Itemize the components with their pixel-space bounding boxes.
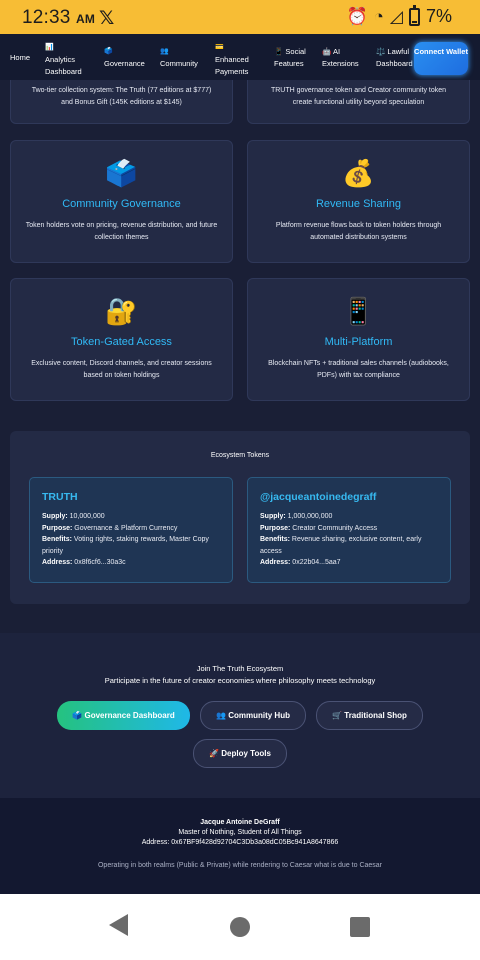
mobile-phone-icon: 📱 [342, 296, 375, 326]
token-name: TRUTH [42, 491, 78, 503]
status-time: 12:33 AM [22, 7, 96, 28]
footer-name: Jacque Antoine DeGraff [200, 819, 280, 826]
deploy-tools-button[interactable]: 🚀 Deploy Tools [193, 739, 287, 768]
card-title: Revenue Sharing [315, 198, 401, 210]
feature-card-revenue: 💰 Revenue Sharing Platform revenue flows… [247, 140, 470, 263]
footer-motto: Operating in both realms (Public & Priva… [97, 862, 383, 869]
card-description: Platform revenue flows back to token hol… [275, 222, 442, 241]
system-nav-bar [0, 894, 480, 960]
card-description: TRUTH governance token and Creator commu… [270, 87, 447, 106]
feature-card-collections: Two-tier collection system: The Truth (7… [10, 80, 233, 124]
feature-card-multiplatform: 📱 Multi-Platform Blockchain NFTs + tradi… [247, 278, 470, 401]
card-title: Community Governance [62, 198, 181, 210]
card-description: Two-tier collection system: The Truth (7… [31, 87, 212, 106]
x-app-icon: 𝕏 [99, 8, 115, 29]
status-bar: 12:33 AM 𝕏 ⏰ ◔ ◿ 7% [0, 0, 480, 34]
battery-level: 7% [425, 6, 452, 26]
card-title: Token-Gated Access [71, 336, 172, 348]
card-description: Exclusive content, Discord channels, and… [31, 360, 212, 379]
feature-card-governance: 🗳️ Community Governance Token holders vo… [10, 140, 233, 263]
governance-dashboard-button[interactable]: 🗳️ Governance Dashboard [57, 701, 190, 730]
nav-home[interactable]: Home [10, 52, 30, 64]
connect-wallet-button[interactable]: Connect Wallet [414, 42, 468, 75]
footer: Jacque Antoine DeGraff Master of Nothing… [0, 798, 480, 894]
money-bag-icon: 💰 [342, 158, 375, 188]
token-name: @jacqueantoinedegraff [260, 491, 377, 503]
people-icon: 👥 [160, 48, 169, 55]
lock-key-icon: 🔐 [105, 296, 138, 326]
nav-analytics[interactable]: 📊 Analytics Dashboard [45, 42, 95, 78]
token-card-truth: TRUTH Supply: 10,000,000 Purpose: Govern… [29, 477, 233, 583]
chart-icon: 📊 [45, 44, 54, 51]
recent-apps-icon[interactable] [350, 917, 370, 937]
community-hub-button[interactable]: 👥 Community Hub [200, 701, 306, 730]
token-purpose: Purpose: Creator Community Access [260, 524, 378, 532]
token-benefits: Benefits: Revenue sharing, exclusive con… [260, 536, 422, 555]
nav-payments[interactable]: 💳 Enhanced Payments [215, 42, 263, 78]
alarm-icon: ⏰ [346, 6, 368, 26]
token-address: Address: 0x22b04...5aa7 [260, 559, 341, 567]
nav-community[interactable]: 👥 Community [160, 46, 198, 70]
feature-card-tokens: TRUTH governance token and Creator commu… [247, 80, 470, 124]
signal-icon: ◿ [389, 6, 403, 26]
traditional-shop-button[interactable]: 🛒 Traditional Shop [316, 701, 423, 730]
token-purpose: Purpose: Governance & Platform Currency [42, 524, 178, 532]
home-icon[interactable] [230, 917, 250, 937]
feature-card-token-gated: 🔐 Token-Gated Access Exclusive content, … [10, 278, 233, 401]
join-section: Join The Truth Ecosystem Participate in … [0, 633, 480, 798]
token-supply: Supply: 1,000,000,000 [260, 513, 333, 520]
nav-social[interactable]: 📱 Social Features [274, 46, 314, 70]
token-card-creator: @jacqueantoinedegraff Supply: 1,000,000,… [247, 477, 451, 583]
join-title: Join The Truth Ecosystem [196, 664, 284, 673]
card-description: Blockchain NFTs + traditional sales chan… [268, 360, 449, 379]
join-subtitle: Participate in the future of creator eco… [104, 676, 376, 685]
card-title: Multi-Platform [324, 336, 393, 348]
card-description: Token holders vote on pricing, revenue d… [25, 222, 218, 241]
token-benefits: Benefits: Voting rights, staking rewards… [42, 536, 209, 555]
ecosystem-tokens-section: Ecosystem Tokens TRUTH Supply: 10,000,00… [10, 431, 470, 604]
nav-lawful[interactable]: ⚖️ Lawful Dashboard [376, 46, 416, 70]
back-icon[interactable] [109, 914, 128, 936]
footer-address: Address: 0x67BF9f428d92704C3Db3a08dC05Bc… [141, 839, 339, 846]
token-address: Address: 0x8f6cf6...30a3c [42, 559, 126, 567]
ballot-icon: 🗳️ [104, 48, 113, 55]
card-icon: 💳 [215, 44, 224, 51]
nav-governance[interactable]: 🗳️ Governance [104, 46, 145, 70]
ballot-box-icon: 🗳️ [105, 158, 138, 188]
battery-icon [408, 4, 420, 26]
status-right: ⏰ ◔ ◿ 7% [346, 4, 452, 27]
wifi-icon: ◔ [373, 6, 384, 26]
footer-tagline: Master of Nothing, Student of All Things [178, 829, 302, 836]
nav-ai[interactable]: 🤖 AI Extensions [322, 46, 364, 70]
section-heading: Ecosystem Tokens [210, 452, 270, 459]
token-supply: Supply: 10,000,000 [42, 513, 105, 520]
